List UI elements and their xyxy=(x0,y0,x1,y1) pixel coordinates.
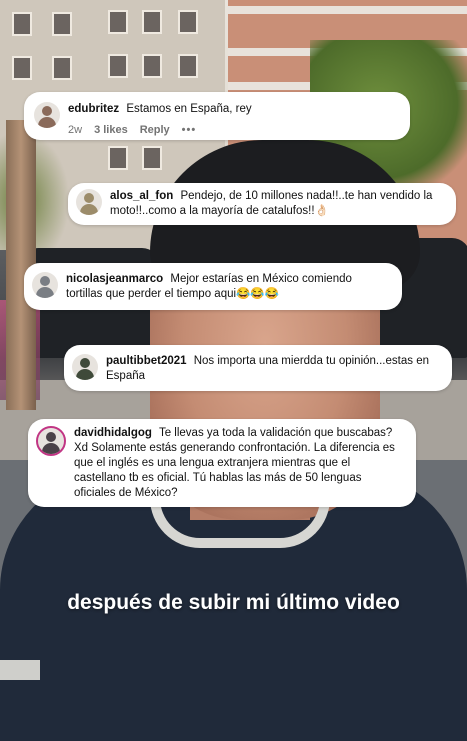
user-avatar-story-ring[interactable] xyxy=(36,426,66,456)
comment-card[interactable]: nicolasjeanmarco Mejor estarías en Méxic… xyxy=(24,263,402,310)
avatar-head-shape xyxy=(46,432,56,442)
comment-meta: 2w 3 likes Reply ••• xyxy=(68,123,398,138)
comment-username[interactable]: alos_al_fon xyxy=(110,190,173,202)
more-options-icon[interactable]: ••• xyxy=(182,123,197,138)
comment-text: Estamos en España, rey xyxy=(126,103,252,115)
comment-username[interactable]: nicolasjeanmarco xyxy=(66,273,163,285)
avatar-body-shape xyxy=(80,204,98,215)
shirt-sleeve-trim xyxy=(0,660,40,680)
comment-age: 2w xyxy=(68,124,83,136)
avatar-body-shape xyxy=(42,443,60,454)
comment-card[interactable]: davidhidalgog Te llevas ya toda la valid… xyxy=(28,419,416,507)
avatar-body-shape xyxy=(36,287,54,298)
comment-username[interactable]: edubritez xyxy=(68,103,119,115)
user-avatar[interactable] xyxy=(34,102,60,128)
comment-body: alos_al_fon Pendejo, de 10 millones nada… xyxy=(110,189,444,219)
avatar-body-shape xyxy=(38,117,56,128)
comment-body: davidhidalgog Te llevas ya toda la valid… xyxy=(74,426,402,501)
avatar-head-shape xyxy=(42,106,52,116)
comment-username[interactable]: davidhidalgog xyxy=(74,427,152,439)
comment-text-line: edubritez Estamos en España, rey xyxy=(68,102,398,117)
user-avatar[interactable] xyxy=(76,189,102,215)
comment-likes[interactable]: 3 likes xyxy=(94,123,128,138)
comment-username[interactable]: paultibbet2021 xyxy=(106,355,187,367)
comment-card[interactable]: paultibbet2021 Nos importa una mierdda t… xyxy=(64,345,452,391)
reply-button[interactable]: Reply xyxy=(140,123,170,138)
avatar-body-shape xyxy=(76,369,94,380)
comment-body: paultibbet2021 Nos importa una mierdda t… xyxy=(106,354,440,384)
user-avatar[interactable] xyxy=(72,354,98,380)
avatar-head-shape xyxy=(40,276,50,286)
video-caption: después de subir mi último video xyxy=(67,591,400,614)
user-avatar[interactable] xyxy=(32,272,58,298)
comment-card[interactable]: edubritez Estamos en España, rey 2w 3 li… xyxy=(24,92,410,140)
comment-body: edubritez Estamos en España, rey 2w 3 li… xyxy=(68,102,398,138)
comment-card[interactable]: alos_al_fon Pendejo, de 10 millones nada… xyxy=(68,183,456,225)
avatar-head-shape xyxy=(80,358,90,368)
avatar-head-shape xyxy=(84,193,94,203)
comment-body: nicolasjeanmarco Mejor estarías en Méxic… xyxy=(66,272,390,302)
